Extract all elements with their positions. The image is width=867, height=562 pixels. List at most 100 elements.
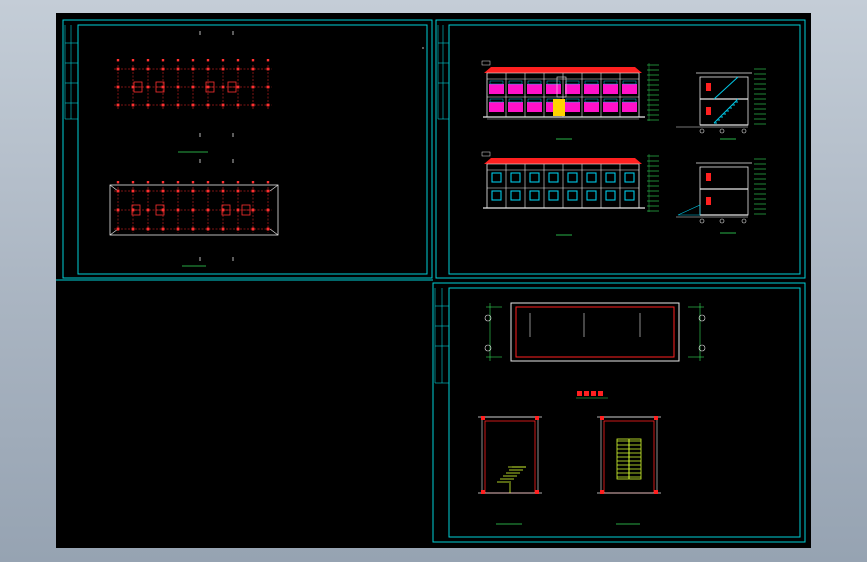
foundation-plan-lower: [109, 47, 424, 261]
column: [654, 490, 658, 494]
column: [146, 189, 150, 193]
window: [565, 98, 580, 103]
balcony-panel: [584, 102, 599, 112]
column: [131, 67, 135, 71]
axis-tag: [481, 151, 491, 157]
column: [131, 103, 135, 107]
column: [191, 85, 195, 89]
column: [236, 189, 240, 193]
opening: [706, 83, 711, 91]
balcony-panel: [603, 84, 618, 94]
column: [535, 416, 539, 420]
column: [191, 227, 195, 231]
column: [176, 85, 180, 89]
column: [206, 208, 210, 212]
axis-bubble: [116, 59, 120, 62]
axis-bubble: [699, 218, 705, 224]
axis-bubble: [116, 181, 120, 184]
window: [567, 190, 578, 201]
axis-bubble: [161, 181, 165, 184]
column: [206, 189, 210, 193]
column: [236, 227, 240, 231]
window: [527, 98, 542, 103]
window: [624, 190, 635, 201]
sheet-inner-border: [77, 24, 428, 275]
column: [654, 416, 658, 420]
column: [206, 67, 210, 71]
window: [586, 190, 597, 201]
section-1-1: [676, 68, 766, 134]
column: [161, 189, 165, 193]
axis-bubble: [176, 181, 180, 184]
window: [491, 172, 502, 183]
sheet-roof-and-stairs[interactable]: [432, 282, 806, 543]
column: [236, 103, 240, 107]
balcony-panel: [546, 84, 561, 94]
column: [146, 85, 150, 89]
sheet-border: [432, 282, 806, 543]
rear-elevation: [481, 151, 659, 212]
column: [600, 416, 604, 420]
window: [491, 190, 502, 201]
sheet-elevations[interactable]: [435, 19, 806, 279]
axis-bubble: [206, 181, 210, 184]
column: [176, 189, 180, 193]
column: [131, 189, 135, 193]
axis-bubble: [131, 59, 135, 62]
axis-bubble: [236, 181, 240, 184]
balcony-panel: [527, 102, 542, 112]
column: [236, 67, 240, 71]
section-2-2: [676, 158, 766, 224]
column: [236, 85, 240, 89]
balcony-panel: [508, 84, 523, 94]
column: [191, 67, 195, 71]
column: [161, 103, 165, 107]
window: [622, 98, 637, 103]
sheet-foundation-plans[interactable]: [62, 19, 433, 279]
window: [529, 172, 540, 183]
window: [548, 190, 559, 201]
axis-bubble: [719, 218, 725, 224]
foundation-plan-upper: [114, 31, 272, 137]
window: [605, 190, 616, 201]
column: [176, 227, 180, 231]
axis-bubble: [266, 181, 270, 184]
balcony-panel: [622, 84, 637, 94]
column: [251, 67, 255, 71]
axis-bubble: [146, 59, 150, 62]
axis-bubble: [131, 181, 135, 184]
cad-model-space[interactable]: [56, 13, 811, 548]
column: [116, 103, 120, 107]
column: [221, 103, 225, 107]
column: [206, 103, 210, 107]
window: [603, 80, 618, 85]
parapet-inner: [515, 306, 675, 358]
column: [236, 208, 240, 212]
axis-bubble: [191, 59, 195, 62]
column: [191, 189, 195, 193]
balcony-panel: [565, 84, 580, 94]
stair-detail-2: [597, 416, 661, 494]
column: [266, 67, 270, 71]
roof-plan: [484, 302, 706, 362]
balcony-panel: [489, 102, 504, 112]
column: [161, 227, 165, 231]
column: [481, 490, 485, 494]
column: [221, 189, 225, 193]
window: [548, 172, 559, 183]
axis-bubble: [719, 128, 725, 134]
balcony-panel: [603, 102, 618, 112]
opening: [706, 173, 711, 181]
column: [251, 227, 255, 231]
balcony-panel: [584, 84, 599, 94]
axis-bubble: [266, 59, 270, 62]
balcony-panel: [622, 102, 637, 112]
axis-bubble: [251, 181, 255, 184]
corner-line: [269, 184, 279, 192]
window: [603, 98, 618, 103]
title-block-strip: [64, 25, 78, 120]
window: [529, 190, 540, 201]
column: [116, 85, 120, 89]
window: [622, 80, 637, 85]
title-block-strip: [434, 288, 449, 384]
